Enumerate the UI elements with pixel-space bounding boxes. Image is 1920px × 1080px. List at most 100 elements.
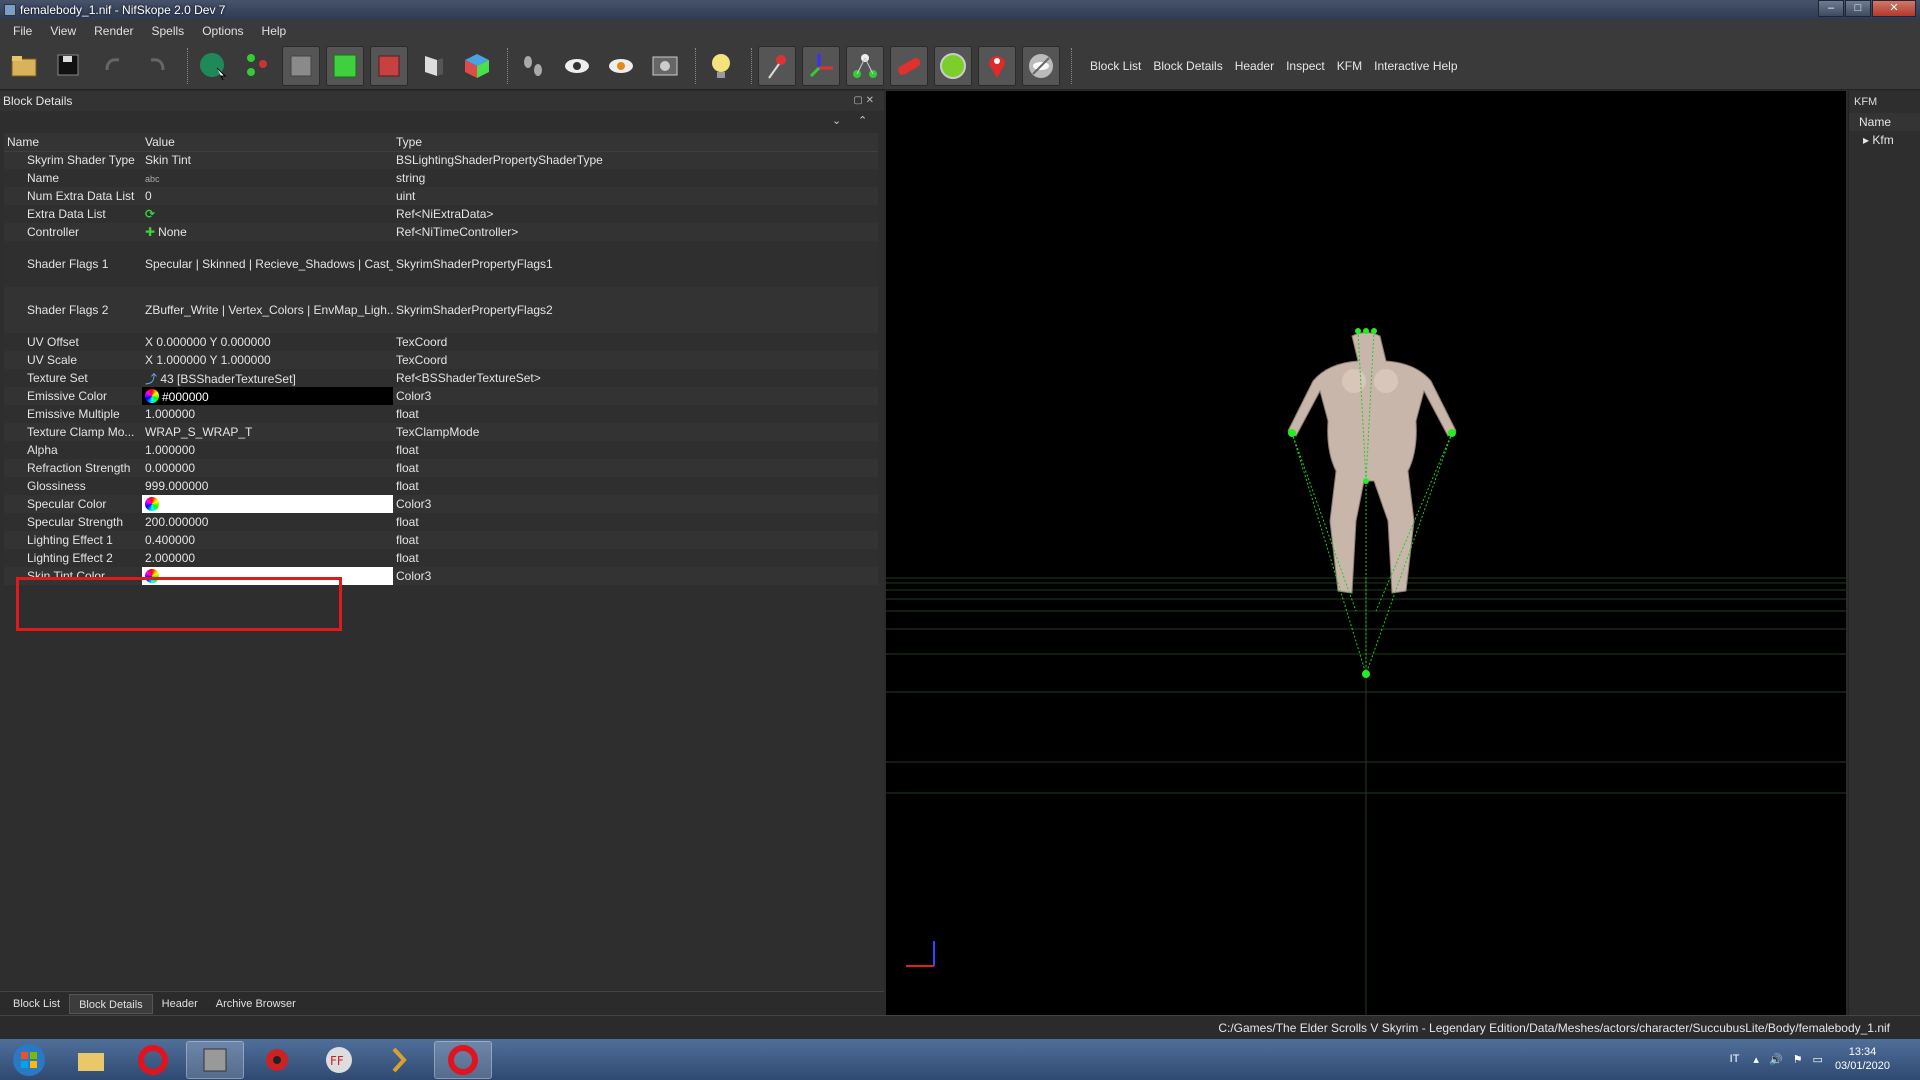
- show-hidden-button[interactable]: [558, 46, 596, 86]
- undo-button[interactable]: [94, 46, 132, 86]
- select-vertex-button[interactable]: [238, 46, 276, 86]
- link-arrow-icon[interactable]: ⤴: [145, 372, 157, 386]
- volume-icon[interactable]: 🔊: [1769, 1053, 1783, 1066]
- add-link-icon[interactable]: ✚: [145, 225, 155, 239]
- skeleton-button[interactable]: [846, 45, 884, 86]
- select-object-button[interactable]: [194, 46, 232, 86]
- tab-block-details[interactable]: Block Details: [69, 993, 153, 1014]
- tab-header[interactable]: Header: [153, 994, 207, 1014]
- table-row[interactable]: Emissive Color #000000 Color3: [4, 387, 878, 405]
- taskbar-ffdec[interactable]: FF: [310, 1041, 368, 1079]
- render-viewport[interactable]: [886, 91, 1846, 1015]
- table-row[interactable]: Specular Color Color3: [4, 495, 878, 513]
- table-row[interactable]: Alpha 1.000000 float: [4, 441, 878, 459]
- table-row[interactable]: Texture Clamp Mo... WRAP_S_WRAP_T TexClamp…: [4, 423, 878, 441]
- start-button[interactable]: [0, 1041, 58, 1079]
- taskbar-app-gear[interactable]: [248, 1041, 306, 1079]
- column-header-name[interactable]: Name: [4, 133, 142, 152]
- table-row[interactable]: UV Offset X 0.000000 Y 0.000000 TexCoord: [4, 333, 878, 351]
- color-wheel-icon[interactable]: [145, 388, 159, 403]
- screenshot-button[interactable]: [646, 46, 684, 86]
- tab-archive-browser[interactable]: Archive Browser: [207, 994, 305, 1014]
- save-button[interactable]: [50, 46, 88, 86]
- table-row[interactable]: Refraction Strength 0.000000 float: [4, 459, 878, 477]
- hide-toggle-button[interactable]: [1022, 45, 1060, 86]
- toolbar-link-inspect[interactable]: Inspect: [1280, 59, 1331, 73]
- axes-button[interactable]: [802, 45, 840, 86]
- toolbar-link-kfm[interactable]: KFM: [1331, 59, 1368, 73]
- toolbar-link-block-list[interactable]: Block List: [1084, 59, 1147, 73]
- language-indicator[interactable]: IT: [1730, 1053, 1740, 1065]
- menu-view[interactable]: View: [41, 24, 85, 38]
- clock[interactable]: 13:34 03/01/2020: [1835, 1045, 1890, 1073]
- lighting-button[interactable]: [702, 46, 740, 86]
- color-wheel-icon[interactable]: [145, 496, 159, 511]
- view-front-button[interactable]: [282, 45, 320, 86]
- taskbar-opera[interactable]: [124, 1041, 182, 1079]
- table-row[interactable]: UV Scale X 1.000000 Y 1.000000 TexCoord: [4, 351, 878, 369]
- panel-float-close-icons[interactable]: ▢ ✕: [853, 95, 874, 106]
- window-title: femalebody_1.nif - NifSkope 2.0 Dev 7: [20, 3, 226, 17]
- red-highlight-box: [16, 577, 342, 631]
- table-row[interactable]: Shader Flags 1 Specular | Skinned | Recie…: [4, 241, 878, 287]
- marker-button[interactable]: [758, 45, 796, 86]
- gear-icon: [266, 1048, 288, 1071]
- column-header-type[interactable]: Type: [393, 133, 878, 152]
- menu-help[interactable]: Help: [253, 24, 296, 38]
- table-row[interactable]: Extra Data List ⟳ Ref<NiExtraData>: [4, 205, 878, 223]
- table-row[interactable]: Specular Strength 200.000000 float: [4, 513, 878, 531]
- menu-spells[interactable]: Spells: [143, 24, 194, 38]
- kfm-column-header[interactable]: Name: [1849, 113, 1920, 131]
- view-user-button[interactable]: [458, 46, 496, 86]
- windows-logo-icon: [13, 1043, 45, 1076]
- menu-render[interactable]: Render: [85, 24, 142, 38]
- walk-mode-button[interactable]: [514, 46, 552, 86]
- menu-file[interactable]: File: [4, 24, 41, 38]
- flag-icon[interactable]: ⚑: [1793, 1053, 1803, 1066]
- table-row[interactable]: Num Extra Data List 0 uint: [4, 187, 878, 205]
- maximize-button[interactable]: □: [1845, 0, 1871, 17]
- table-row[interactable]: Shader Flags 2 ZBuffer_Write | Vertex_Col…: [4, 287, 878, 333]
- table-row[interactable]: Lighting Effect 2 2.000000 float: [4, 549, 878, 567]
- table-row[interactable]: Emissive Multiple 1.000000 float: [4, 405, 878, 423]
- table-row[interactable]: Skin Tint Color Color3: [4, 567, 878, 585]
- opera-icon: [138, 1044, 168, 1075]
- tray-arrow-icon[interactable]: ▴: [1753, 1053, 1759, 1066]
- view-side-button[interactable]: [370, 45, 408, 86]
- toolbar-link-block-details[interactable]: Block Details: [1147, 59, 1228, 73]
- scene-render: [886, 328, 1846, 1015]
- menu-options[interactable]: Options: [193, 24, 252, 38]
- tab-block-list[interactable]: Block List: [4, 994, 69, 1014]
- constraints-button[interactable]: [934, 45, 972, 86]
- chevron-up-icon[interactable]: ⌃: [858, 114, 867, 127]
- minimize-button[interactable]: –: [1818, 0, 1844, 17]
- taskbar-app-key[interactable]: [372, 1041, 430, 1079]
- taskbar-explorer[interactable]: [62, 1041, 120, 1079]
- refresh-link-icon[interactable]: ⟳: [145, 207, 155, 221]
- view-perspective-button[interactable]: [414, 46, 452, 86]
- taskbar-opera-2[interactable]: [434, 1040, 492, 1079]
- collision-button[interactable]: [890, 45, 928, 86]
- table-row[interactable]: Controller ✚ None Ref<NiTimeController>: [4, 223, 878, 241]
- table-row[interactable]: Glossiness 999.000000 float: [4, 477, 878, 495]
- column-header-value[interactable]: Value: [142, 133, 393, 152]
- table-row[interactable]: Texture Set ⤴ 43 [BSShaderTextureSet] Ref<…: [4, 369, 878, 387]
- vertex-select-icon: [247, 53, 267, 76]
- open-folder-button[interactable]: [6, 46, 44, 86]
- markers-button[interactable]: [978, 45, 1016, 86]
- taskbar-nifskope[interactable]: [186, 1040, 244, 1079]
- close-button[interactable]: ✕: [1872, 0, 1916, 17]
- table-row[interactable]: Lighting Effect 1 0.400000 float: [4, 531, 878, 549]
- expand-arrow-icon[interactable]: ▸: [1863, 133, 1869, 147]
- show-nodes-button[interactable]: [602, 46, 640, 86]
- table-row[interactable]: Name abc string: [4, 169, 878, 187]
- toolbar-link-header[interactable]: Header: [1229, 59, 1280, 73]
- view-top-button[interactable]: [326, 45, 364, 86]
- chevron-down-icon[interactable]: ⌄: [832, 114, 841, 127]
- kfm-tree-item[interactable]: ▸ Kfm: [1849, 131, 1920, 149]
- table-row[interactable]: Skyrim Shader Type Skin Tint BSLightingSha…: [4, 151, 878, 169]
- color-wheel-icon[interactable]: [145, 568, 159, 583]
- toolbar-link-interactive-help[interactable]: Interactive Help: [1368, 59, 1463, 73]
- network-icon[interactable]: ▭: [1813, 1053, 1823, 1066]
- redo-button[interactable]: [138, 46, 176, 86]
